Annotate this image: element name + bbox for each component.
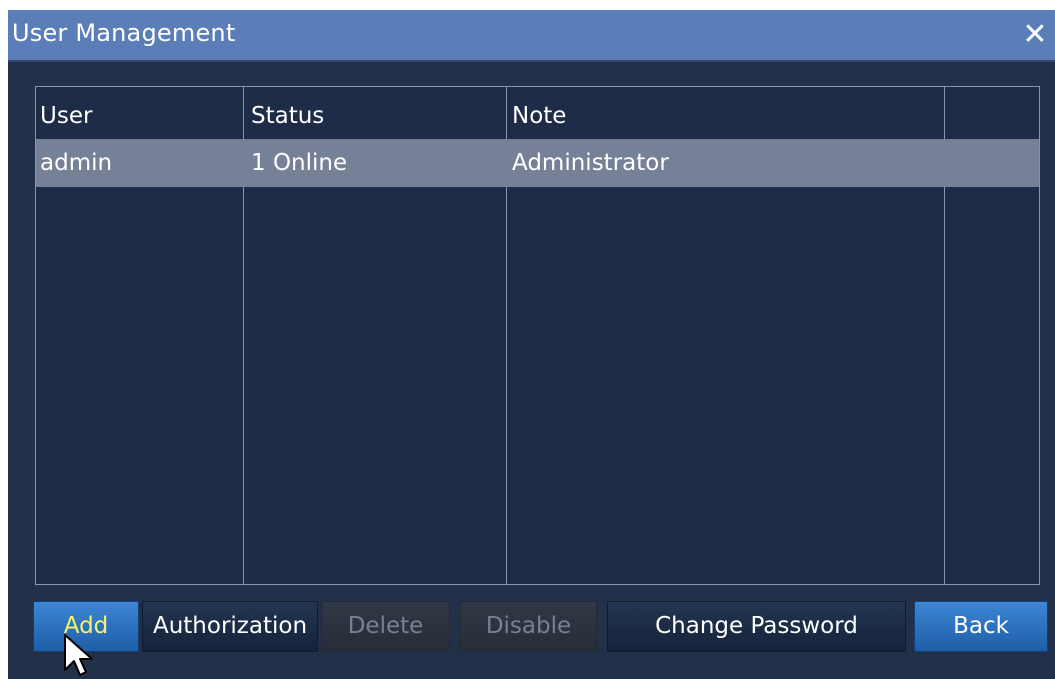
column-header-user: User (40, 103, 93, 129)
extra-cell (944, 139, 1039, 187)
mouse-pointer-icon (64, 634, 93, 676)
delete-button: Delete (321, 601, 450, 652)
window-title: User Management (12, 19, 236, 47)
back-button[interactable]: Back (914, 601, 1048, 652)
status-cell: 1 Online (251, 150, 348, 176)
close-icon[interactable]: ✕ (1017, 17, 1053, 53)
user-management-window: User Management ✕ User Status Note admin… (8, 10, 1055, 679)
action-button-bar: Add Authorization Delete Disable Change … (8, 601, 1055, 661)
change-password-button[interactable]: Change Password (607, 601, 906, 652)
user-table: User Status Note admin 1 Online Administ… (35, 86, 1040, 585)
user-cell: admin (40, 150, 113, 176)
disable-button: Disable (460, 601, 597, 652)
column-header-extra (944, 93, 1039, 139)
column-header-status: Status (251, 103, 325, 129)
authorization-button[interactable]: Authorization (142, 601, 318, 652)
title-bar: User Management ✕ (8, 10, 1055, 62)
table-header-row: User Status Note (36, 93, 1039, 139)
column-header-note: Note (512, 103, 567, 129)
table-row-admin[interactable]: admin 1 Online Administrator (36, 139, 1039, 187)
note-cell: Administrator (512, 150, 669, 176)
